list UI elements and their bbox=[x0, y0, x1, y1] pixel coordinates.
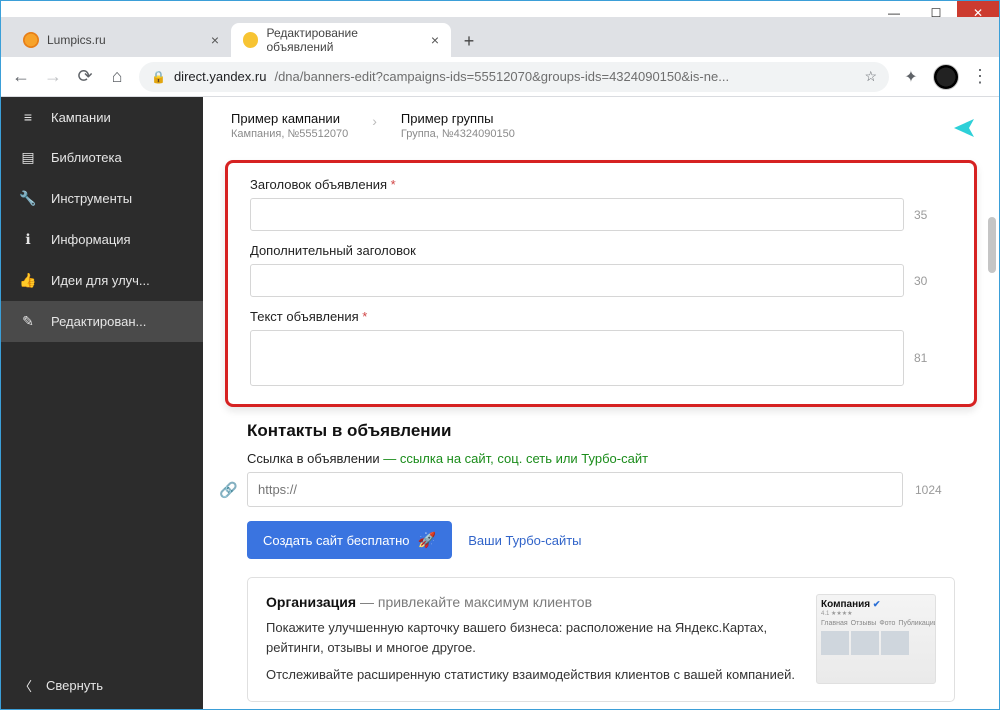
tab-editing[interactable]: Редактирование объявлений × bbox=[231, 23, 451, 57]
sidebar-item-label: Инструменты bbox=[51, 191, 132, 206]
breadcrumb-group[interactable]: Пример группы Группа, №4324090150 bbox=[401, 111, 515, 140]
sidebar-item-label: Информация bbox=[51, 232, 131, 247]
tab-title: Редактирование объявлений bbox=[266, 26, 422, 54]
link-icon: 🔗 bbox=[219, 481, 235, 499]
library-icon: ▤ bbox=[19, 149, 37, 166]
ad-text-form: Заголовок объявления * 35 Дополнительный… bbox=[225, 160, 977, 407]
sidebar-item-label: Кампании bbox=[51, 110, 111, 125]
subhead-row: Дополнительный заголовок 30 bbox=[250, 243, 952, 297]
body-textarea[interactable] bbox=[250, 330, 904, 386]
bookmark-icon[interactable]: ☆ bbox=[864, 68, 877, 85]
contacts-heading: Контакты в объявлении bbox=[247, 421, 955, 441]
info-icon: ℹ bbox=[19, 231, 37, 248]
sidebar-item-library[interactable]: ▤ Библиотека bbox=[1, 137, 203, 178]
chevron-left-icon: 〈 bbox=[19, 676, 32, 695]
url-path: /dna/banners-edit?campaigns-ids=55512070… bbox=[274, 69, 729, 84]
url-domain: direct.yandex.ru bbox=[174, 69, 267, 84]
address-field[interactable]: 🔒 direct.yandex.ru/dna/banners-edit?camp… bbox=[139, 62, 889, 92]
main-content: Пример кампании Кампания, №55512070 › Пр… bbox=[203, 97, 999, 709]
close-icon[interactable]: × bbox=[431, 32, 439, 48]
collapse-label: Свернуть bbox=[46, 678, 103, 693]
breadcrumb: Пример кампании Кампания, №55512070 › Пр… bbox=[203, 97, 999, 156]
send-icon bbox=[952, 116, 976, 140]
sidebar-item-info[interactable]: ℹ Информация bbox=[1, 219, 203, 260]
subhead-input[interactable] bbox=[250, 264, 904, 297]
browser-window: — ☐ ✕ Lumpics.ru × Редактирование объявл… bbox=[0, 0, 1000, 710]
verified-icon: ✔ bbox=[873, 599, 881, 609]
back-icon[interactable]: ← bbox=[11, 66, 31, 87]
sidebar: ≡ Кампании ▤ Библиотека 🔧 Инструменты ℹ … bbox=[1, 97, 203, 709]
url-input[interactable] bbox=[247, 472, 903, 507]
app-body: ≡ Кампании ▤ Библиотека 🔧 Инструменты ℹ … bbox=[1, 97, 999, 709]
send-button[interactable] bbox=[947, 111, 981, 145]
favicon-icon bbox=[243, 32, 258, 48]
sidebar-item-ideas[interactable]: 👍 Идеи для улуч... bbox=[1, 260, 203, 301]
profile-avatar[interactable] bbox=[933, 64, 959, 90]
breadcrumb-title: Пример кампании bbox=[231, 111, 348, 126]
new-tab-button[interactable]: + bbox=[455, 27, 483, 55]
link-row: Ссылка в объявлении — ссылка на сайт, со… bbox=[247, 451, 955, 507]
organization-card: Организация — привлекайте максимум клиен… bbox=[247, 577, 955, 702]
sidebar-item-tools[interactable]: 🔧 Инструменты bbox=[1, 178, 203, 219]
headline-label: Заголовок объявления * bbox=[250, 177, 952, 192]
tab-strip: Lumpics.ru × Редактирование объявлений ×… bbox=[1, 17, 999, 57]
favicon-icon bbox=[23, 32, 39, 48]
forward-icon[interactable]: → bbox=[43, 66, 63, 87]
contacts-section: Контакты в объявлении Ссылка в объявлени… bbox=[203, 421, 999, 709]
breadcrumb-sub: Кампания, №55512070 bbox=[231, 128, 348, 140]
subhead-label: Дополнительный заголовок bbox=[250, 243, 952, 258]
reload-icon[interactable]: ⟳ bbox=[75, 66, 95, 87]
link-label: Ссылка в объявлении — ссылка на сайт, со… bbox=[247, 451, 955, 466]
rocket-icon: 🚀 bbox=[418, 531, 437, 549]
button-label: Создать сайт бесплатно bbox=[263, 533, 410, 548]
org-preview: Компания ✔ 4.1 ★★★★ ГлавнаяОтзывыФотоПуб… bbox=[816, 594, 936, 684]
chevron-right-icon: › bbox=[372, 111, 377, 129]
body-row: Текст объявления * 81 bbox=[250, 309, 952, 386]
sidebar-item-label: Библиотека bbox=[51, 150, 122, 165]
tab-lumpics[interactable]: Lumpics.ru × bbox=[11, 23, 231, 57]
url-bar: ← → ⟳ ⌂ 🔒 direct.yandex.ru/dna/banners-e… bbox=[1, 57, 999, 97]
home-icon[interactable]: ⌂ bbox=[107, 66, 127, 87]
sidebar-item-label: Идеи для улуч... bbox=[51, 273, 150, 288]
thumbs-up-icon: 👍 bbox=[19, 272, 37, 289]
button-row: Создать сайт бесплатно 🚀 Ваши Турбо-сайт… bbox=[247, 521, 955, 559]
url-counter: 1024 bbox=[915, 483, 955, 497]
tab-title: Lumpics.ru bbox=[47, 33, 106, 47]
sidebar-item-editing[interactable]: ✎ Редактирован... bbox=[1, 301, 203, 342]
org-desc-2: Отслеживайте расширенную статистику взаи… bbox=[266, 665, 798, 685]
body-counter: 81 bbox=[914, 351, 952, 365]
menu-icon[interactable]: ⋮ bbox=[971, 66, 989, 87]
sidebar-item-label: Редактирован... bbox=[51, 314, 146, 329]
wrench-icon: 🔧 bbox=[19, 190, 37, 207]
scrollbar-thumb[interactable] bbox=[988, 217, 996, 273]
breadcrumb-title: Пример группы bbox=[401, 111, 515, 126]
org-desc-1: Покажите улучшенную карточку вашего бизн… bbox=[266, 618, 798, 657]
list-icon: ≡ bbox=[19, 109, 37, 125]
lock-icon: 🔒 bbox=[151, 70, 166, 84]
extensions-icon[interactable]: ✦ bbox=[901, 67, 921, 87]
subhead-counter: 30 bbox=[914, 274, 952, 288]
headline-counter: 35 bbox=[914, 208, 952, 222]
pencil-icon: ✎ bbox=[19, 313, 37, 330]
breadcrumb-campaign[interactable]: Пример кампании Кампания, №55512070 bbox=[231, 111, 348, 140]
headline-input[interactable] bbox=[250, 198, 904, 231]
create-site-button[interactable]: Создать сайт бесплатно 🚀 bbox=[247, 521, 452, 559]
breadcrumb-sub: Группа, №4324090150 bbox=[401, 128, 515, 140]
org-title: Организация — привлекайте максимум клиен… bbox=[266, 594, 798, 610]
sidebar-collapse[interactable]: 〈 Свернуть bbox=[1, 662, 203, 709]
headline-row: Заголовок объявления * 35 bbox=[250, 177, 952, 231]
sidebar-item-campaigns[interactable]: ≡ Кампании bbox=[1, 97, 203, 137]
turbo-sites-link[interactable]: Ваши Турбо-сайты bbox=[468, 533, 581, 548]
close-icon[interactable]: × bbox=[211, 32, 219, 48]
body-label: Текст объявления * bbox=[250, 309, 952, 324]
